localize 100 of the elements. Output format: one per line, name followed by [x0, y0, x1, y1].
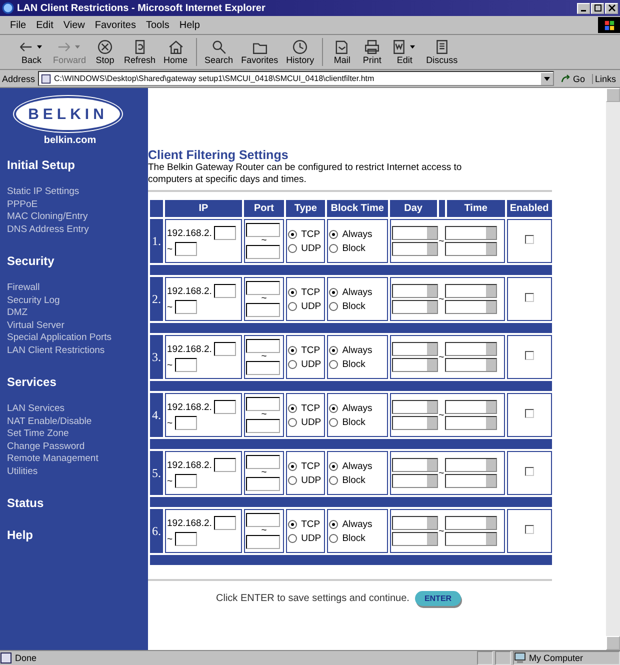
nav-link[interactable]: LAN Services — [7, 403, 147, 416]
day-select[interactable] — [392, 516, 438, 530]
enabled-checkbox[interactable] — [524, 409, 534, 418]
enabled-checkbox[interactable] — [524, 235, 534, 244]
ip-start-field[interactable] — [214, 226, 236, 240]
menu-item[interactable]: Help — [179, 20, 200, 30]
ip-end-field[interactable] — [174, 358, 197, 372]
day-select[interactable] — [392, 284, 438, 298]
day-select[interactable] — [392, 226, 438, 240]
minimize-button[interactable] — [577, 2, 590, 14]
toolbar-button[interactable]: Refresh — [120, 39, 160, 65]
nav-link[interactable]: Set Time Zone — [7, 428, 147, 440]
time-select[interactable] — [445, 458, 498, 472]
time-select[interactable] — [445, 416, 498, 430]
ip-start-field[interactable] — [214, 284, 236, 298]
day-select[interactable] — [392, 416, 438, 430]
site-link[interactable]: belkin.com — [0, 135, 140, 146]
enabled-checkbox[interactable] — [524, 467, 534, 476]
enabled-checkbox[interactable] — [524, 351, 534, 360]
day-select[interactable] — [392, 458, 438, 472]
nav-link[interactable]: Security Log — [7, 294, 147, 307]
radio-button[interactable] — [329, 476, 338, 484]
port-end-field[interactable] — [246, 477, 280, 491]
maximize-button[interactable] — [591, 2, 604, 14]
radio-button[interactable] — [288, 418, 298, 426]
radio-button[interactable] — [288, 404, 298, 412]
time-select[interactable] — [445, 400, 498, 414]
enabled-checkbox[interactable] — [524, 525, 534, 534]
toolbar-button[interactable]: Back — [14, 39, 49, 65]
radio-button[interactable] — [329, 462, 338, 470]
close-button[interactable] — [605, 2, 618, 14]
ip-start-field[interactable] — [214, 516, 236, 530]
day-select[interactable] — [392, 358, 438, 372]
radio-button[interactable] — [288, 360, 298, 368]
radio-button[interactable] — [288, 346, 298, 354]
links-button[interactable]: Links — [592, 74, 618, 84]
day-select[interactable] — [392, 300, 438, 314]
port-start-field[interactable] — [246, 513, 280, 527]
time-select[interactable] — [445, 284, 498, 298]
ip-end-field[interactable] — [174, 300, 197, 314]
dropdown-icon[interactable] — [540, 72, 553, 84]
radio-button[interactable] — [288, 476, 298, 484]
nav-link[interactable]: Utilities — [7, 466, 147, 478]
port-start-field[interactable] — [246, 397, 280, 411]
radio-button[interactable] — [329, 360, 338, 368]
day-select[interactable] — [392, 474, 438, 488]
section-heading[interactable]: Services — [7, 375, 147, 389]
ip-end-field[interactable] — [174, 474, 197, 488]
section-heading[interactable]: Status — [7, 496, 147, 510]
ip-start-field[interactable] — [214, 400, 236, 414]
time-select[interactable] — [445, 532, 498, 546]
section-heading[interactable]: Initial Setup — [7, 158, 147, 172]
address-field[interactable]: C:\WINDOWS\Desktop\Shared\gateway setup1\SMCUI_0418\SMCUI_0418\clientfilter.htm — [38, 71, 554, 86]
ip-start-field[interactable] — [214, 342, 236, 356]
toolbar-button[interactable]: Edit — [387, 39, 422, 65]
radio-button[interactable] — [288, 462, 298, 470]
radio-button[interactable] — [329, 244, 338, 252]
toolbar-button[interactable]: Stop — [90, 39, 120, 65]
nav-link[interactable]: LAN Client Restrictions — [7, 344, 147, 357]
nav-link[interactable]: PPPoE — [7, 198, 147, 211]
radio-button[interactable] — [329, 346, 338, 354]
time-select[interactable] — [445, 242, 498, 256]
radio-button[interactable] — [329, 404, 338, 412]
port-start-field[interactable] — [246, 281, 280, 295]
time-select[interactable] — [445, 474, 498, 488]
port-end-field[interactable] — [246, 245, 280, 259]
port-start-field[interactable] — [246, 455, 280, 469]
menu-item[interactable]: View — [63, 20, 85, 30]
port-end-field[interactable] — [246, 303, 280, 317]
time-select[interactable] — [445, 342, 498, 356]
menu-item[interactable]: Favorites — [94, 20, 136, 30]
radio-button[interactable] — [329, 230, 338, 238]
enabled-checkbox[interactable] — [524, 293, 534, 302]
radio-button[interactable] — [288, 244, 298, 252]
menu-item[interactable]: File — [10, 20, 26, 30]
radio-button[interactable] — [329, 534, 338, 542]
ip-start-field[interactable] — [214, 458, 236, 472]
radio-button[interactable] — [329, 520, 338, 528]
port-end-field[interactable] — [246, 361, 280, 375]
day-select[interactable] — [392, 532, 438, 546]
nav-link[interactable]: Special Application Ports — [7, 332, 147, 344]
nav-link[interactable]: Change Password — [7, 440, 147, 453]
radio-button[interactable] — [329, 288, 338, 296]
radio-button[interactable] — [288, 302, 298, 310]
day-select[interactable] — [392, 400, 438, 414]
nav-link[interactable]: NAT Enable/Disable — [7, 416, 147, 428]
nav-link[interactable]: DMZ — [7, 307, 147, 320]
toolbar-button[interactable]: History — [282, 39, 318, 65]
port-end-field[interactable] — [246, 419, 280, 433]
time-select[interactable] — [445, 516, 498, 530]
nav-link[interactable]: MAC Cloning/Entry — [7, 211, 147, 224]
time-select[interactable] — [445, 358, 498, 372]
nav-link[interactable]: Remote Management — [7, 453, 147, 466]
time-select[interactable] — [445, 300, 498, 314]
radio-button[interactable] — [288, 534, 298, 542]
toolbar-button[interactable]: Favorites — [237, 39, 282, 65]
toolbar-button[interactable]: Print — [357, 39, 388, 65]
nav-link[interactable]: Firewall — [7, 282, 147, 294]
ip-end-field[interactable] — [174, 532, 197, 546]
section-heading[interactable]: Security — [7, 254, 147, 268]
